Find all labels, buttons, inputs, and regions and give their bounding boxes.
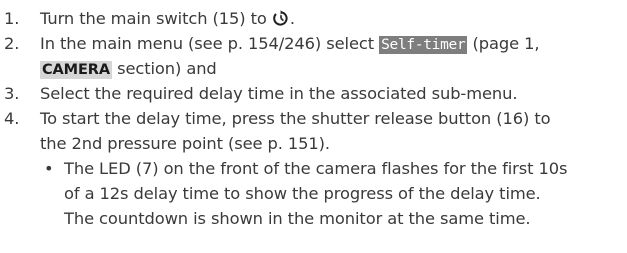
step-text-middle: (page 1, bbox=[467, 34, 540, 53]
step-text: In the main menu (see p. 154/246) select bbox=[40, 34, 380, 53]
note-line-2: of a 12s delay time to show the progress… bbox=[64, 184, 541, 203]
step-number: 3. bbox=[4, 84, 20, 103]
step-number: 4. bbox=[4, 109, 20, 128]
step-text: Turn the main switch (15) to bbox=[40, 9, 272, 28]
instruction-list: 1. Turn the main switch (15) to . 2. In … bbox=[0, 6, 627, 231]
step-text-end: section) and bbox=[112, 59, 217, 78]
step-text-line-1: To start the delay time, press the shutt… bbox=[40, 109, 551, 128]
step-text-line-2: the 2nd pressure point (see p. 151). bbox=[40, 134, 331, 153]
step-number: 2. bbox=[4, 34, 20, 53]
step-2: 2. In the main menu (see p. 154/246) sel… bbox=[0, 31, 627, 81]
step-text-end: . bbox=[289, 9, 295, 28]
step-text: Select the required delay time in the as… bbox=[40, 84, 518, 103]
step-4: 4. To start the delay time, press the sh… bbox=[0, 106, 627, 156]
step-3: 3. Select the required delay time in the… bbox=[0, 81, 627, 106]
note-line-1: The LED (7) on the front of the camera f… bbox=[64, 159, 568, 178]
menu-item-self-timer: Self-timer bbox=[379, 36, 468, 54]
step-4-note: • The LED (7) on the front of the camera… bbox=[0, 156, 627, 231]
note-line-3: The countdown is shown in the monitor at… bbox=[64, 209, 531, 228]
self-timer-icon bbox=[273, 10, 288, 26]
section-camera: CAMERA bbox=[40, 61, 112, 79]
step-1: 1. Turn the main switch (15) to . bbox=[0, 6, 627, 31]
step-number: 1. bbox=[4, 9, 20, 28]
bullet-icon: • bbox=[44, 159, 54, 178]
